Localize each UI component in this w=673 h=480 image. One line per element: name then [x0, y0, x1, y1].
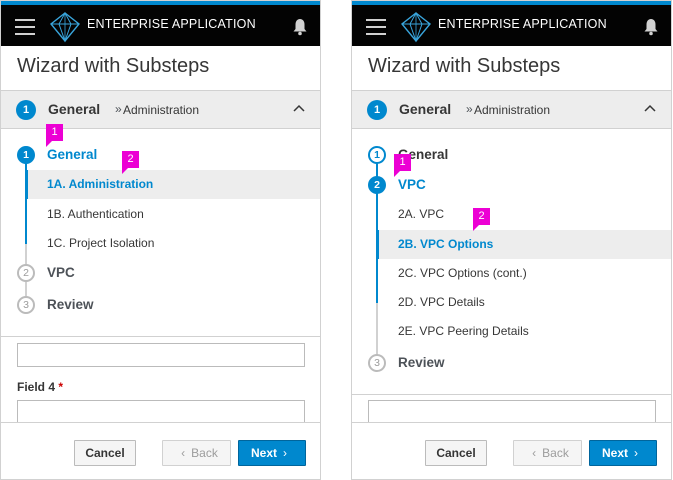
substep-vpc-peering-details[interactable]: 2E. VPC Peering Details: [378, 317, 671, 346]
caret-up-icon[interactable]: [644, 104, 656, 112]
wizard-footer: Cancel ‹ Back Next ›: [352, 422, 671, 479]
step-label-vpc[interactable]: VPC: [47, 265, 75, 280]
step-indicator-step: General: [48, 101, 101, 117]
brand-title: ENTERPRISE APPLICATION: [438, 17, 607, 31]
substep-vpc[interactable]: 2A. VPC: [378, 200, 671, 229]
step-number-2[interactable]: 2: [368, 176, 386, 194]
step-indicator-separator: »: [466, 102, 473, 116]
step-number-2[interactable]: 2: [17, 264, 35, 282]
hamburger-icon[interactable]: [15, 19, 35, 35]
back-button[interactable]: ‹ Back: [162, 440, 231, 466]
wizard-screen-right: ENTERPRISE APPLICATION Wizard with Subst…: [351, 0, 672, 480]
step-indicator-number: 1: [367, 100, 387, 120]
substep-vpc-options-cont[interactable]: 2C. VPC Options (cont.): [378, 259, 671, 288]
substep-vpc-options[interactable]: 2B. VPC Options: [376, 230, 671, 259]
step-label-vpc[interactable]: VPC: [398, 177, 426, 192]
cancel-button[interactable]: Cancel: [74, 440, 136, 466]
masthead: ENTERPRISE APPLICATION: [1, 1, 320, 46]
step-indicator-number: 1: [16, 100, 36, 120]
callout-badge: 2: [122, 151, 139, 174]
text-input-field[interactable]: [368, 400, 656, 424]
step-indicator-substep: Administration: [474, 103, 551, 117]
substep-authentication[interactable]: 1B. Authentication: [27, 200, 320, 229]
field-4-label-text: Field 4: [17, 380, 56, 394]
bell-icon[interactable]: [643, 18, 659, 36]
substep-vpc-details[interactable]: 2D. VPC Details: [378, 288, 671, 317]
step-indicator-step: General: [399, 101, 452, 117]
next-button[interactable]: Next ›: [238, 440, 306, 466]
callout-badge: 2: [473, 208, 490, 231]
step-label-general[interactable]: General: [47, 147, 97, 162]
masthead: ENTERPRISE APPLICATION: [352, 1, 671, 46]
step-number-1[interactable]: 1: [17, 146, 35, 164]
step-label-review[interactable]: Review: [47, 297, 94, 312]
step-number-3[interactable]: 3: [17, 296, 35, 314]
step-indicator-bar[interactable]: 1 General » Administration: [352, 91, 671, 129]
back-button-label: Back: [191, 446, 218, 460]
required-marker: *: [58, 380, 64, 394]
bell-icon[interactable]: [292, 18, 308, 36]
chevron-left-icon: ‹: [181, 446, 186, 460]
content-divider: [1, 336, 320, 337]
callout-badge: 1: [46, 124, 63, 147]
chevron-right-icon: ›: [283, 446, 287, 460]
chevron-left-icon: ‹: [532, 446, 537, 460]
substep-administration[interactable]: 1A. Administration: [25, 170, 320, 199]
brand-title: ENTERPRISE APPLICATION: [87, 17, 256, 31]
brand-logo-icon: [50, 11, 80, 43]
next-button-label: Next: [250, 446, 277, 460]
cancel-button[interactable]: Cancel: [425, 440, 487, 466]
brand-logo-icon: [401, 11, 431, 43]
next-button[interactable]: Next ›: [589, 440, 657, 466]
caret-up-icon[interactable]: [293, 104, 305, 112]
step-number-3[interactable]: 3: [368, 354, 386, 372]
hamburger-icon[interactable]: [366, 19, 386, 35]
wizard-title: Wizard with Substeps: [368, 55, 561, 77]
next-button-label: Next: [601, 446, 628, 460]
step-indicator-substep: Administration: [123, 103, 200, 117]
step-label-review[interactable]: Review: [398, 355, 445, 370]
wizard-screen-left: ENTERPRISE APPLICATION Wizard with Subst…: [0, 0, 321, 480]
field-4-label: Field 4 *: [17, 380, 63, 394]
wizard-footer: Cancel ‹ Back Next ›: [1, 422, 320, 479]
step-number-1[interactable]: 1: [368, 146, 386, 164]
back-button-label: Back: [542, 446, 569, 460]
back-button[interactable]: ‹ Back: [513, 440, 582, 466]
content-divider: [352, 394, 671, 395]
substep-project-isolation[interactable]: 1C. Project Isolation: [27, 229, 320, 258]
step-indicator-separator: »: [115, 102, 122, 116]
wizard-title: Wizard with Substeps: [17, 55, 210, 77]
text-input-field-4[interactable]: [17, 400, 305, 424]
text-input-field-3[interactable]: [17, 343, 305, 367]
callout-badge: 1: [394, 154, 411, 177]
chevron-right-icon: ›: [634, 446, 638, 460]
